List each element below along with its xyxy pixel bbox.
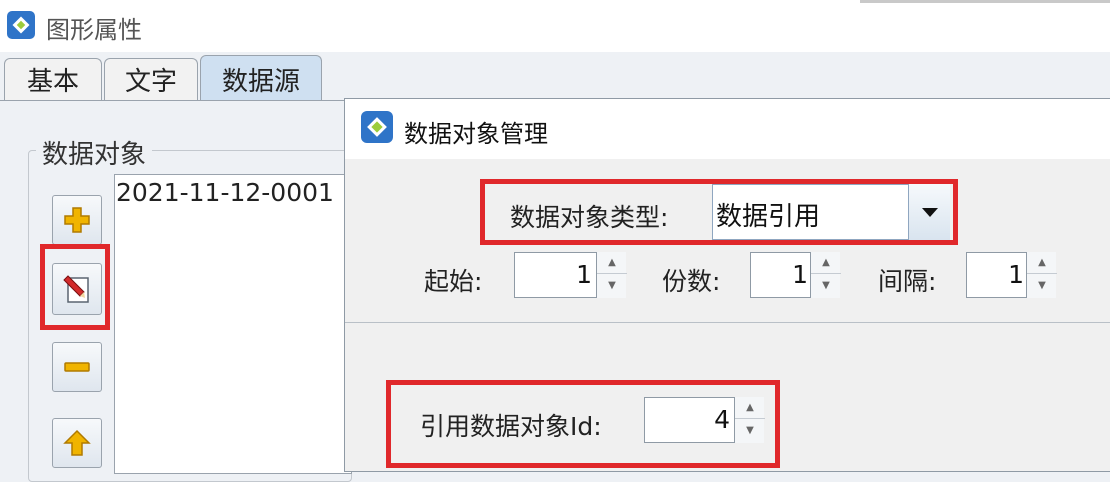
spinner-down-icon[interactable]: ▼ <box>735 419 765 441</box>
type-value: 数据引用 <box>716 202 821 232</box>
type-dropdown-button[interactable] <box>908 184 950 240</box>
data-object-group-title: 数据对象 <box>36 134 153 171</box>
tab-basic[interactable]: 基本 <box>4 58 102 100</box>
tab-datasource[interactable]: 数据源 <box>200 55 322 102</box>
ref-id-value: 4 <box>714 405 730 434</box>
spinner-up-icon[interactable]: ▲ <box>597 252 627 274</box>
dialog-separator <box>345 322 1110 323</box>
add-button[interactable] <box>52 195 102 245</box>
window-title: 图形属性 <box>46 16 142 44</box>
arrow-up-icon <box>63 429 91 456</box>
spinner-up-icon[interactable]: ▲ <box>735 397 765 419</box>
interval-label: 间隔: <box>878 267 937 296</box>
start-value: 1 <box>576 260 592 289</box>
ref-id-spinner-arrows[interactable]: ▲ ▼ <box>734 397 765 443</box>
tab-text[interactable]: 文字 <box>104 58 198 100</box>
app-icon <box>7 11 35 39</box>
interval-value: 1 <box>1008 260 1024 289</box>
chevron-down-icon <box>921 208 938 217</box>
window-titlebar <box>0 0 1110 53</box>
spinner-up-icon[interactable]: ▲ <box>1027 252 1057 274</box>
remove-icon <box>64 362 90 372</box>
data-object-list[interactable] <box>114 174 352 474</box>
spinner-down-icon[interactable]: ▼ <box>597 274 627 296</box>
titlebar-accent <box>860 0 1110 3</box>
interval-spinner-arrows[interactable]: ▲ ▼ <box>1026 252 1057 298</box>
start-spinner-arrows[interactable]: ▲ ▼ <box>596 252 627 298</box>
spinner-up-icon[interactable]: ▲ <box>811 252 841 274</box>
start-label: 起始: <box>424 267 483 296</box>
spinner-down-icon[interactable]: ▼ <box>811 274 841 296</box>
copies-label: 份数: <box>662 267 721 296</box>
copies-value: 1 <box>792 260 808 289</box>
list-item[interactable]: 2021-11-12-0001 <box>116 178 334 207</box>
dialog-app-icon <box>361 111 393 143</box>
spinner-down-icon[interactable]: ▼ <box>1027 274 1057 296</box>
move-up-button[interactable] <box>52 418 102 468</box>
dialog-title: 数据对象管理 <box>404 120 548 148</box>
copies-spinner-arrows[interactable]: ▲ ▼ <box>810 252 841 298</box>
ref-id-label: 引用数据对象Id: <box>420 412 602 441</box>
add-icon <box>64 207 90 233</box>
remove-button[interactable] <box>52 342 102 392</box>
type-label: 数据对象类型: <box>510 203 669 232</box>
edit-icon <box>63 275 89 303</box>
edit-button[interactable] <box>52 263 102 315</box>
